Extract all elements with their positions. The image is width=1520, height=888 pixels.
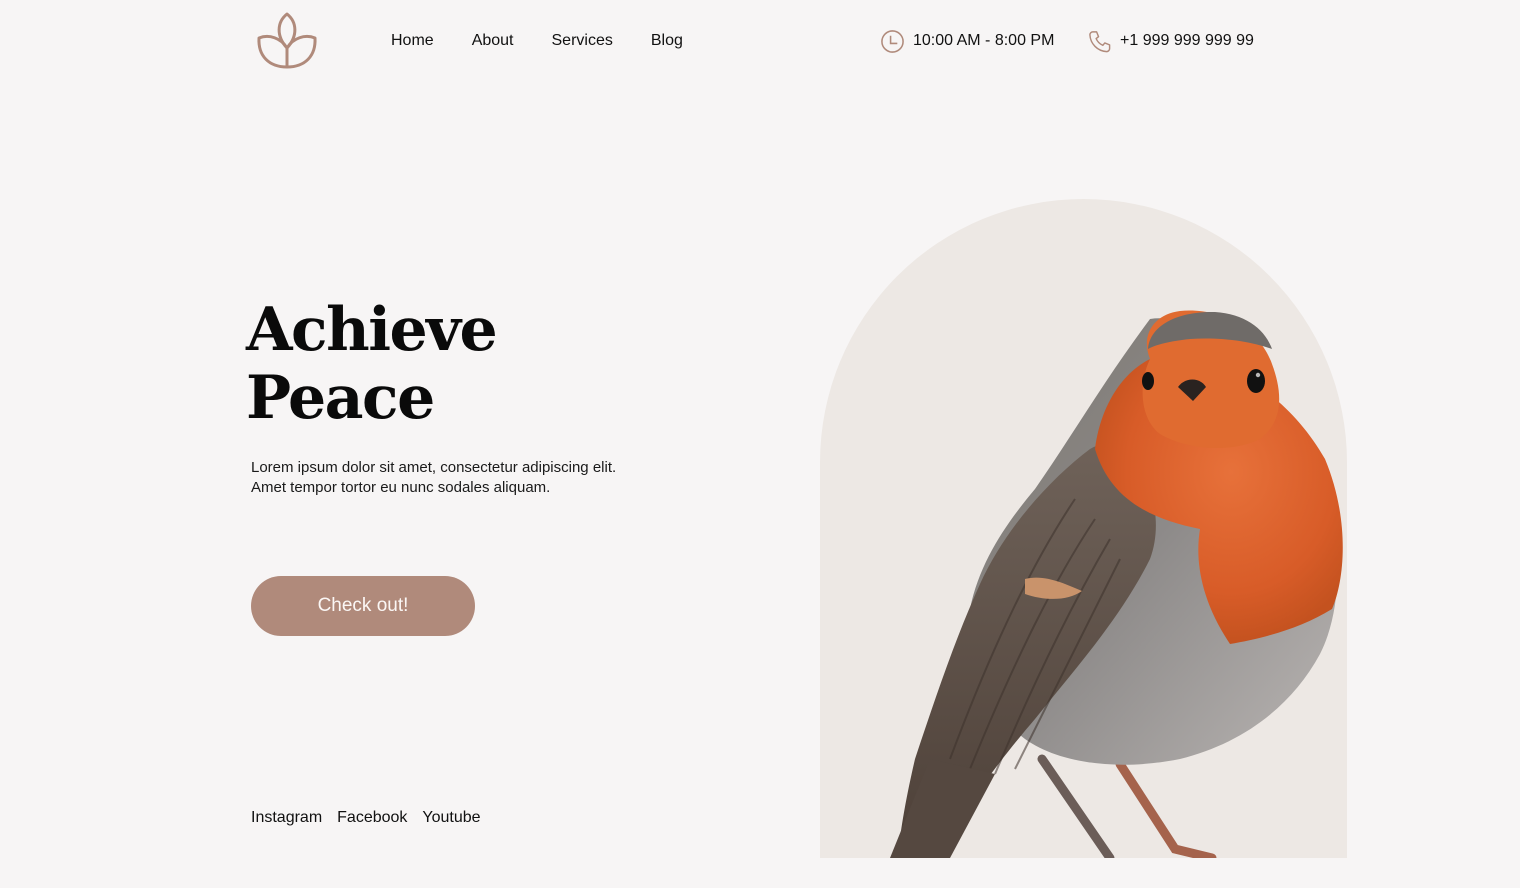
hero-title-line-2: Peace: [246, 363, 435, 433]
nav-blog[interactable]: Blog: [651, 31, 683, 51]
phone-contact[interactable]: +1 999 999 999 99: [1087, 28, 1254, 54]
nav-about[interactable]: About: [472, 31, 514, 51]
hero-image-arch: [820, 199, 1347, 858]
phone-text: +1 999 999 999 99: [1120, 32, 1254, 49]
hero-description-line-1: Lorem ipsum dolor sit amet, consectetur …: [251, 459, 617, 476]
clock-icon: [881, 29, 904, 53]
social-facebook[interactable]: Facebook: [337, 808, 407, 828]
logo[interactable]: [255, 10, 319, 70]
social-youtube[interactable]: Youtube: [422, 808, 480, 828]
hero-title: Achieve Peace: [246, 295, 498, 433]
hero-title-line-1: Achieve: [246, 295, 498, 365]
nav-home[interactable]: Home: [391, 31, 434, 51]
social-links: Instagram Facebook Youtube: [251, 808, 481, 828]
robin-bird-image: [890, 310, 1343, 858]
nav-services[interactable]: Services: [552, 31, 613, 51]
phone-icon: [1089, 30, 1111, 52]
lotus-logo-icon: [257, 12, 317, 69]
social-instagram[interactable]: Instagram: [251, 808, 322, 828]
hours-text: 10:00 AM - 8:00 PM: [913, 32, 1055, 49]
check-out-button[interactable]: Check out!: [251, 576, 475, 636]
main-nav: Home About Services Blog: [391, 31, 683, 51]
hero-description: Lorem ipsum dolor sit amet, consectetur …: [251, 458, 691, 497]
opening-hours: 10:00 AM - 8:00 PM: [880, 28, 1054, 54]
hero-description-line-2: Amet tempor tortor eu nunc sodales aliqu…: [251, 478, 551, 496]
